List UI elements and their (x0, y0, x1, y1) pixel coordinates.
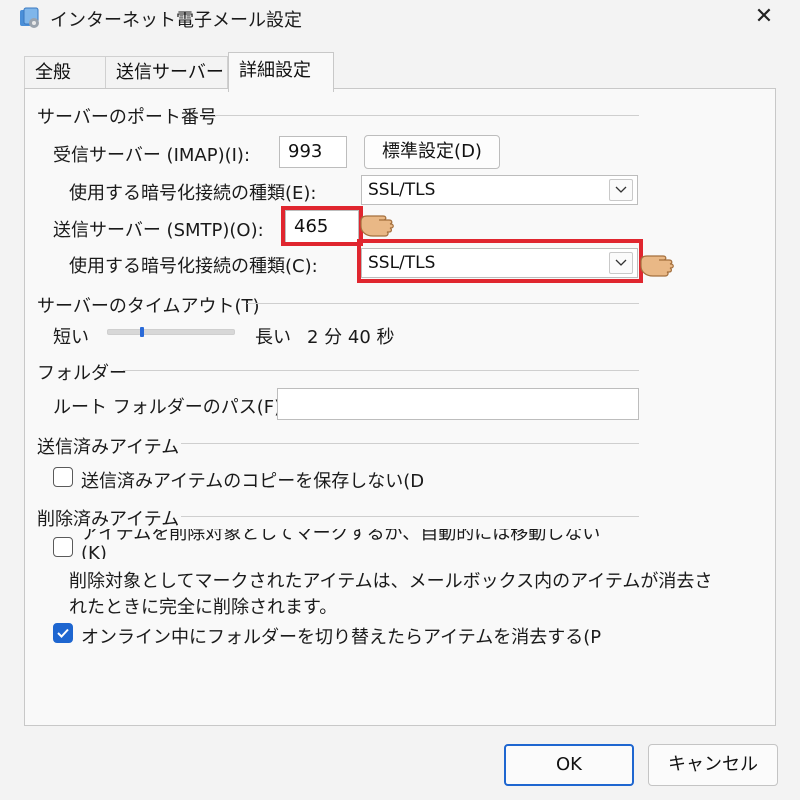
internet-email-settings-dialog: インターネット電子メール設定 ✕ 全般 送信サーバー 詳細設定 サーバーのポート… (0, 0, 800, 800)
server-timeout-group-label: サーバーのタイムアウト(T) (37, 296, 260, 317)
incoming-encryption-select[interactable]: SSL/TLS (361, 175, 638, 205)
close-button[interactable]: ✕ (744, 0, 784, 34)
incoming-port-input[interactable]: 993 (279, 136, 347, 168)
incoming-server-label: 受信サーバー (IMAP)(I): (53, 145, 251, 166)
timeout-long-label: 長い (255, 327, 291, 348)
tab-outgoing-server[interactable]: 送信サーバー (106, 56, 228, 88)
incoming-encryption-value: SSL/TLS (368, 180, 436, 200)
purge-on-switch-checkbox[interactable] (53, 623, 73, 643)
highlight-outgoing-encryption (357, 239, 643, 283)
chevron-down-icon (609, 179, 633, 201)
deletion-note-line1: 削除対象としてマークされたアイテムは、メールボックス内のアイテムが消去さ (69, 571, 713, 592)
divider (215, 115, 639, 116)
no-sent-copy-checkbox[interactable] (53, 467, 73, 487)
no-sent-copy-label: 送信済みアイテムのコピーを保存しない(D (81, 471, 425, 492)
cancel-button[interactable]: キャンセル (648, 744, 778, 786)
mark-for-deletion-label: アイテムを削除対象としてマークするが、自動的には移動しない (81, 529, 601, 544)
divider (181, 443, 639, 444)
divider (123, 370, 639, 371)
mark-for-deletion-checkbox[interactable] (53, 537, 73, 557)
tab-advanced[interactable]: 詳細設定 (228, 52, 334, 92)
timeout-short-label: 短い (53, 327, 89, 348)
timeout-value: 2 分 40 秒 (307, 327, 395, 348)
outgoing-encryption-label: 使用する暗号化接続の種類(C): (69, 256, 318, 277)
purge-on-switch-label: オンライン中にフォルダーを切り替えたらアイテムを消去する(P (81, 627, 602, 648)
divider (181, 516, 639, 517)
tab-general[interactable]: 全般 (24, 56, 106, 88)
highlight-outgoing-port (281, 206, 363, 246)
close-icon: ✕ (754, 4, 774, 29)
tab-strip: 全般 送信サーバー 詳細設定 (0, 52, 800, 92)
pointing-hand-icon (639, 245, 681, 283)
mail-settings-icon (18, 6, 42, 30)
mark-for-deletion-label-clip: アイテムを削除対象としてマークするが、自動的には移動しない (K) (81, 529, 601, 559)
root-folder-path-label: ルート フォルダーのパス(F): (53, 397, 288, 418)
sent-items-group-label: 送信済みアイテム (37, 437, 180, 458)
root-folder-path-input[interactable] (277, 388, 639, 420)
ok-button[interactable]: OK (504, 744, 634, 786)
mark-for-deletion-label-key: (K) (81, 543, 107, 559)
title-bar: インターネット電子メール設定 ✕ (0, 0, 800, 36)
incoming-encryption-label: 使用する暗号化接続の種類(E): (69, 183, 317, 204)
divider (247, 303, 639, 304)
window-title: インターネット電子メール設定 (50, 10, 302, 31)
pointing-hand-icon (359, 205, 401, 243)
deleted-items-group-label: 削除済みアイテム (37, 509, 180, 530)
timeout-slider[interactable] (107, 329, 235, 335)
outgoing-server-label: 送信サーバー (SMTP)(O): (53, 220, 264, 241)
folders-group-label: フォルダー (37, 363, 127, 384)
default-settings-button[interactable]: 標準設定(D) (364, 135, 500, 169)
deletion-note-line2: れたときに完全に削除されます。 (69, 597, 338, 618)
server-ports-group-label: サーバーのポート番号 (37, 107, 217, 128)
advanced-settings-panel: サーバーのポート番号 受信サーバー (IMAP)(I): 993 標準設定(D)… (24, 88, 776, 726)
timeout-slider-thumb[interactable] (139, 327, 144, 337)
check-icon (57, 628, 69, 638)
